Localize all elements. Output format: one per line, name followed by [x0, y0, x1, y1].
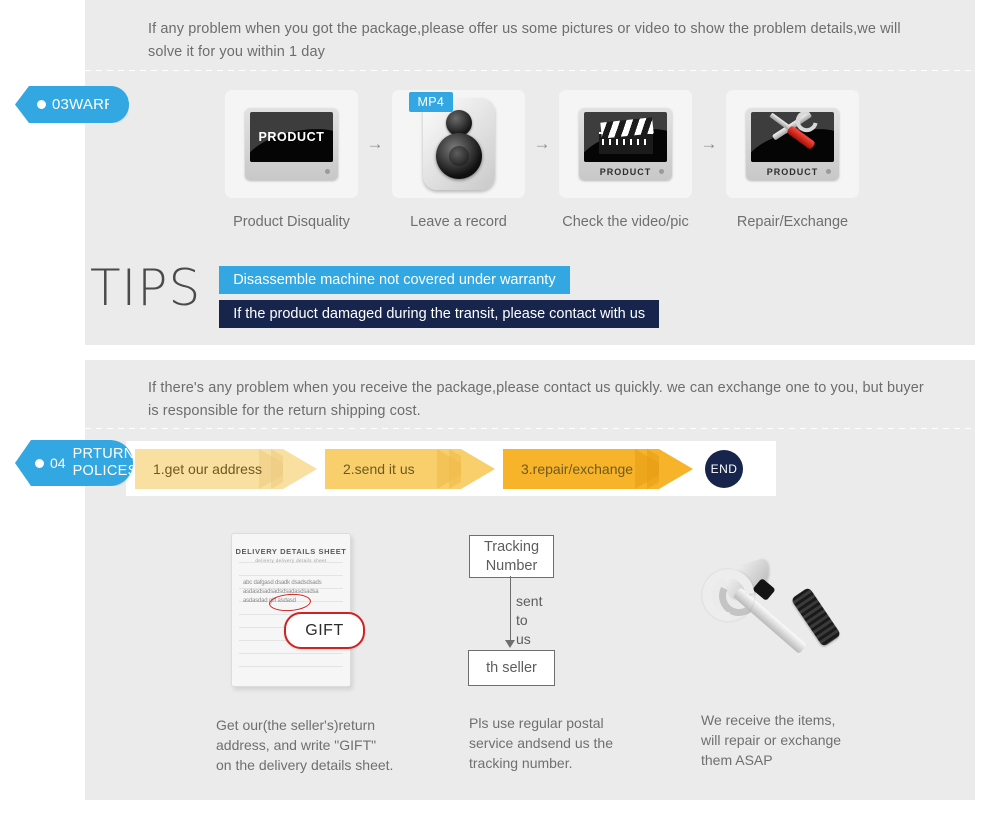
monitor-clapperboard-icon: PRODUCT	[579, 108, 672, 180]
returns-intro-text: If there's any problem when you receive …	[148, 380, 924, 419]
flow-arrow-label: sent to us	[516, 593, 543, 647]
returns-step-banner: 1.get our address 2.send it us 3.repair/…	[126, 441, 776, 496]
sidebar-badge-returns[interactable]: 04 PRTURN POLICES	[15, 440, 133, 486]
returns-divider	[85, 428, 975, 429]
badge-warranty-number: 03	[52, 96, 70, 113]
tips-block: TIPS Disassemble machine not covered und…	[90, 262, 1000, 328]
chevron-step-1[interactable]: 1.get our address	[135, 449, 317, 489]
chevron-step-2[interactable]: 2.send it us	[325, 449, 495, 489]
flow-connector-line	[510, 576, 512, 642]
returns-column-3-caption: We receive the items, will repair or exc…	[701, 712, 842, 768]
tips-bar-list: Disassemble machine not covered under wa…	[219, 266, 1000, 328]
check-video-tile: PRODUCT	[559, 90, 692, 198]
warranty-step-2[interactable]: MP4 Leave a record	[392, 90, 525, 230]
gift-callout-bubble: GIFT	[284, 612, 365, 649]
warranty-step-4[interactable]: PRODUCT Repair/Exchange	[726, 90, 859, 230]
flow-arrow-icon-2: →	[533, 134, 551, 153]
monitor-product-icon: PRODUCT	[245, 108, 338, 180]
leave-a-record-tile: MP4	[392, 90, 525, 198]
screwdriver-wrench-icon	[764, 112, 822, 157]
bullet-dot-icon	[35, 458, 44, 468]
monitor-base-label: PRODUCT	[766, 167, 819, 177]
returns-column-2-caption: Pls use regular postal service andsend u…	[469, 715, 613, 771]
monitor-led-icon	[826, 169, 831, 174]
returns-column-1-caption: Get our(the seller's)return address, and…	[216, 717, 394, 773]
speaker-recorder-icon: MP4	[408, 92, 495, 190]
tracking-number-box: Tracking Number	[469, 535, 554, 578]
chevron-step-3[interactable]: 3.repair/exchange	[503, 449, 693, 489]
sheet-body-line: asdasdsadsadsdsadasdsadsa	[243, 589, 319, 595]
chevron-step-2-label: 2.send it us	[343, 461, 415, 477]
warranty-step-3-caption: Check the video/pic	[562, 214, 689, 230]
badge-returns-label: PRTURN POLICES	[72, 446, 138, 480]
badge-returns-number: 04	[50, 455, 66, 471]
flow-arrow-icon-1: →	[366, 134, 384, 153]
repair-exchange-tile: PRODUCT	[726, 90, 859, 198]
flow-arrowhead-icon	[505, 640, 515, 648]
returns-detail-columns: DELIVERY DETAILS SHEET delivery delivery…	[126, 530, 886, 780]
sheet-title: DELIVERY DETAILS SHEET	[235, 547, 347, 556]
monitor-screen-label: PRODUCT	[258, 130, 325, 144]
product-disquality-tile: PRODUCT	[225, 90, 358, 198]
sidebar-badge-warranty[interactable]: 03 WARRANTY	[15, 86, 129, 123]
sheet-subtitle: delivery delivery details sheet	[255, 558, 327, 563]
warranty-step-4-caption: Repair/Exchange	[736, 214, 849, 230]
flow-arrow-icon-3: →	[700, 134, 718, 153]
chevron-step-1-label: 1.get our address	[153, 461, 262, 477]
warranty-step-2-caption: Leave a record	[410, 214, 507, 230]
chevron-step-3-label: 3.repair/exchange	[521, 461, 634, 477]
warranty-step-1[interactable]: PRODUCT Product Disquality	[225, 90, 358, 230]
clapperboard-icon	[598, 117, 654, 154]
end-badge: END	[705, 450, 743, 488]
tips-heading: TIPS	[90, 259, 202, 317]
warranty-step-3[interactable]: PRODUCT Check the video/pic	[559, 90, 692, 230]
warranty-intro-text: If any problem when you got the package,…	[148, 21, 901, 60]
speaker-woofer-icon	[435, 133, 482, 179]
bullet-dot-icon	[37, 100, 46, 109]
seller-box: th seller	[468, 650, 555, 686]
tips-bar-transit: If the product damaged during the transi…	[219, 300, 660, 328]
mp4-tag: MP4	[408, 92, 454, 112]
monitor-tools-icon: PRODUCT	[746, 108, 839, 180]
warranty-step-flow: PRODUCT Product Disquality → MP4 Leave a…	[225, 90, 859, 230]
tips-bar-warranty: Disassemble machine not covered under wa…	[219, 266, 570, 294]
warranty-divider	[85, 70, 975, 71]
delivery-details-sheet-icon: DELIVERY DETAILS SHEET delivery delivery…	[231, 533, 365, 687]
monitor-base-label: PRODUCT	[599, 167, 652, 177]
monitor-led-icon	[325, 169, 330, 174]
hammer-wrench-screwdriver-icon	[691, 542, 851, 672]
badge-returns-label-line2: POLICES	[72, 463, 138, 479]
warranty-step-1-caption: Product Disquality	[233, 214, 350, 230]
sheet-body-line: abc dafgasd dsadk dsadsdsads	[243, 580, 322, 586]
badge-returns-label-line1: PRTURN	[72, 446, 135, 462]
monitor-led-icon	[659, 169, 664, 174]
chevron-row: 1.get our address 2.send it us 3.repair/…	[135, 449, 743, 489]
